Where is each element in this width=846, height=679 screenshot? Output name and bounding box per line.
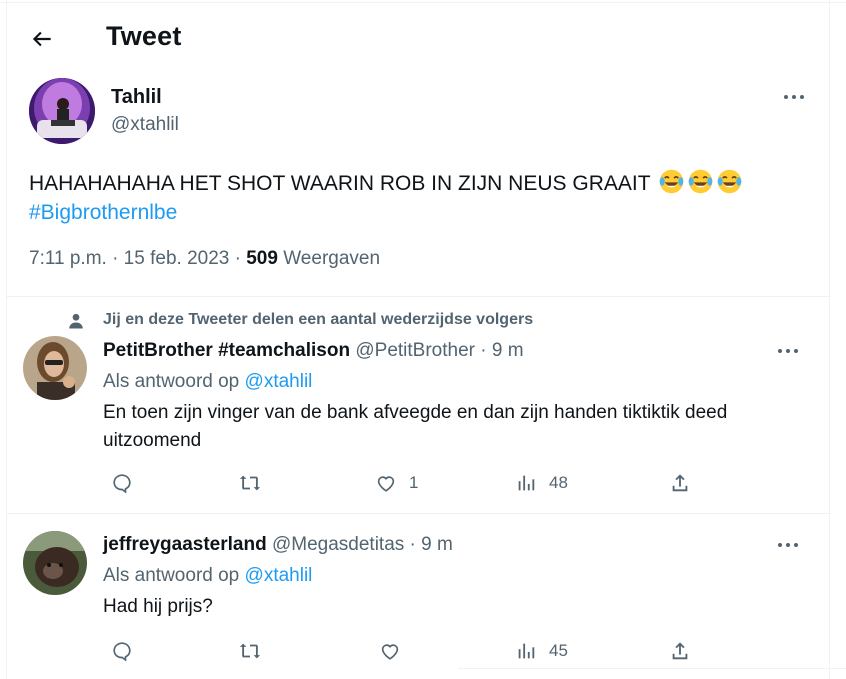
views-count: 45 [549,641,568,660]
retweet-icon [239,475,261,491]
tweet-timestamp[interactable]: 7:11 p.m. · 15 feb. 2023 · [29,248,241,269]
reply-actions: 1 48 [103,468,703,498]
reply-header: jeffreygaasterland @Megasdetitas · 9 m [103,534,453,556]
views-count: 48 [549,473,568,492]
overlay-panel-edge [458,668,846,679]
views-button[interactable]: 48 [515,468,568,498]
replying-to: Als antwoord op @xtahlil [103,565,312,587]
share-button[interactable] [669,636,691,666]
more-icon [778,349,782,353]
replying-to: Als antwoord op @xtahlil [103,371,312,393]
reply-handle-time[interactable]: @Megasdetitas · 9 m [272,534,453,555]
reply-actions: 45 [103,636,703,666]
more-options-button[interactable] [781,86,807,108]
author-name[interactable]: Tahlil [111,86,162,109]
like-count: 1 [409,473,419,492]
reply-icon [113,642,131,662]
back-button[interactable] [29,26,55,52]
views-icon [518,643,535,659]
reply-icon [113,474,131,494]
author-avatar[interactable] [29,78,95,144]
reply-text: En toen zijn vinger van de bank afveegde… [103,402,728,451]
divider [7,296,831,297]
avatar-image [23,531,87,595]
reply-more-button[interactable] [775,340,801,362]
tweet-text: HAHAHAHAHA HET SHOT WAARIN ROB IN ZIJN N… [29,168,819,227]
avatar-image [23,336,87,400]
like-icon [381,644,399,660]
reply-handle-time[interactable]: @PetitBrother · 9 m [355,340,523,361]
reply-author-name[interactable]: jeffreygaasterland [103,534,267,555]
retweet-button[interactable] [239,636,261,666]
main-column: Tweet Tahlil @xtahlil HAHAHAHAHA HET SHO… [6,0,831,679]
hashtag-link[interactable]: #Bigbrothernlbe [29,201,177,224]
back-arrow-icon [32,31,51,47]
tweet-meta: 7:11 p.m. · 15 feb. 2023 · 509 Weergaven [29,248,380,270]
retweet-icon [239,643,261,659]
divider [7,513,831,514]
tears-of-joy-emoji [688,169,713,194]
reply-author-name[interactable]: PetitBrother #teamchalison [103,340,350,361]
person-icon [69,313,83,329]
reply-button[interactable] [111,636,133,666]
reply-avatar[interactable] [23,336,87,400]
tears-of-joy-emoji [659,169,684,194]
avatar-image [29,78,95,144]
like-button[interactable] [379,636,401,666]
page-title: Tweet [106,21,182,51]
emoji-group [656,169,743,195]
mutual-followers-notice: Jij en deze Tweeter delen een aantal wed… [103,311,534,328]
reply-text: Had hij prijs? [103,596,213,617]
views-label: Weergaven [283,248,381,269]
replying-to-label: Als antwoord op [103,371,240,392]
tweet-body: HAHAHAHAHA HET SHOT WAARIN ROB IN ZIJN N… [29,172,651,195]
reply-more-button[interactable] [775,534,801,556]
share-icon [672,474,688,492]
reply-header: PetitBrother #teamchalison @PetitBrother… [103,340,524,362]
page-header: Tweet [7,0,831,78]
retweet-button[interactable] [239,468,261,498]
more-icon [784,95,788,99]
tears-of-joy-emoji [717,169,742,194]
views-icon [518,475,535,491]
views-count: 509 [246,248,278,269]
more-icon [778,543,782,547]
share-button[interactable] [669,468,691,498]
author-handle[interactable]: @xtahlil [111,114,179,136]
mention-link[interactable]: @xtahlil [245,565,313,586]
replying-to-label: Als antwoord op [103,565,240,586]
like-icon [377,476,395,492]
reply-avatar[interactable] [23,531,87,595]
share-icon [672,642,688,660]
mention-link[interactable]: @xtahlil [245,371,313,392]
views-button[interactable]: 45 [515,636,568,666]
reply-button[interactable] [111,468,133,498]
like-button[interactable]: 1 [375,468,418,498]
